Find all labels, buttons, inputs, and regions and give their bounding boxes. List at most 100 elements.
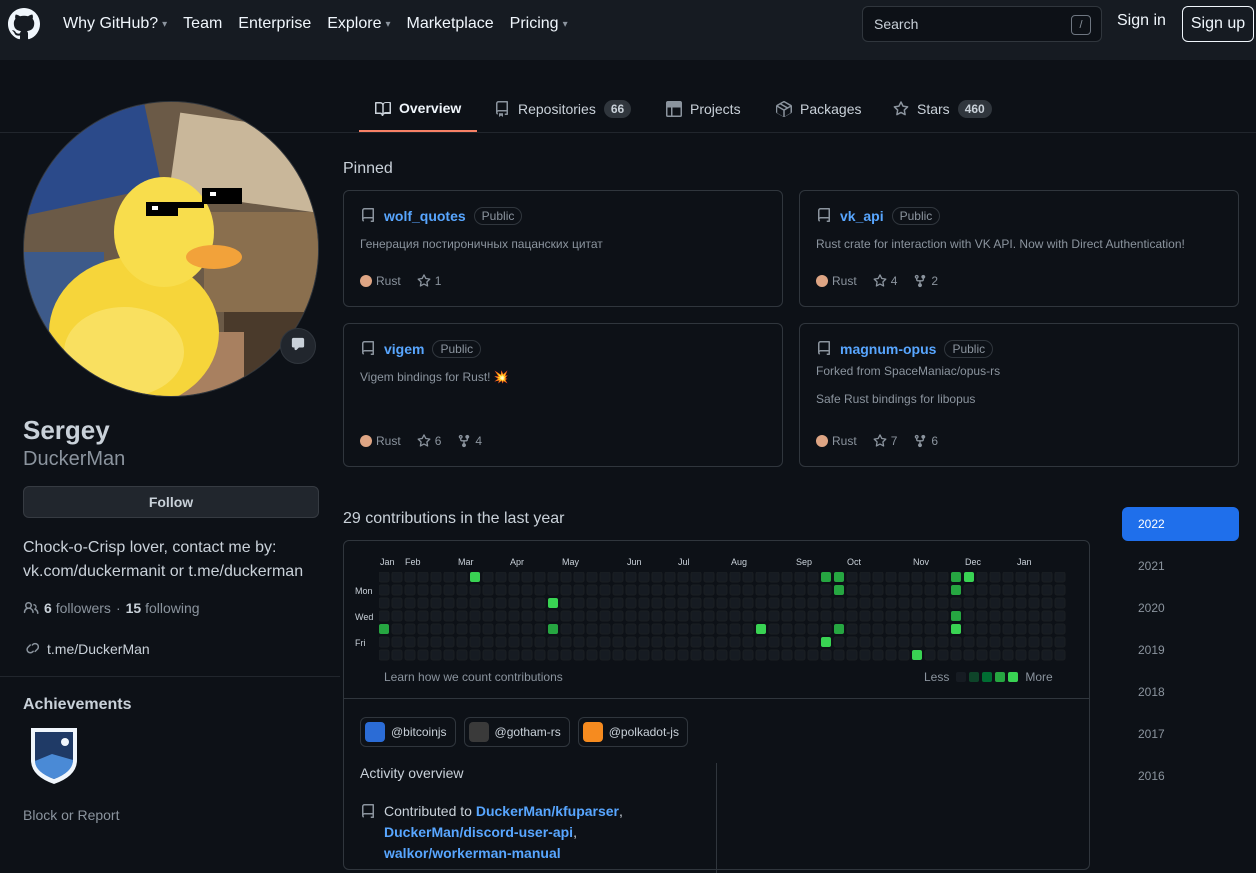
contribution-day-cell[interactable]	[482, 636, 494, 648]
repo-name-link[interactable]: wolf_quotes	[384, 208, 466, 224]
contribution-day-cell[interactable]	[821, 637, 831, 647]
contribution-day-cell[interactable]	[443, 597, 455, 609]
contribution-day-cell[interactable]	[430, 649, 442, 661]
contribution-day-cell[interactable]	[729, 610, 741, 622]
contribution-day-cell[interactable]	[521, 636, 533, 648]
contribution-day-cell[interactable]	[859, 636, 871, 648]
contribution-day-cell[interactable]	[469, 636, 481, 648]
nav-item-marketplace[interactable]: Marketplace	[407, 15, 494, 33]
contribution-day-cell[interactable]	[456, 623, 468, 635]
contribution-day-cell[interactable]	[912, 650, 922, 660]
contribution-day-cell[interactable]	[1002, 597, 1014, 609]
contribution-day-cell[interactable]	[586, 649, 598, 661]
tab-repositories[interactable]: Repositories 66	[478, 86, 647, 132]
contribution-day-cell[interactable]	[677, 623, 689, 635]
contribution-day-cell[interactable]	[430, 572, 442, 583]
contribution-day-cell[interactable]	[781, 649, 793, 661]
contribution-day-cell[interactable]	[664, 610, 676, 622]
contribution-day-cell[interactable]	[495, 623, 507, 635]
contribution-day-cell[interactable]	[963, 623, 975, 635]
nav-item-explore[interactable]: Explore ▾	[327, 15, 390, 33]
contribution-day-cell[interactable]	[742, 610, 754, 622]
contribution-day-cell[interactable]	[859, 649, 871, 661]
contribution-day-cell[interactable]	[417, 572, 429, 583]
contribution-day-cell[interactable]	[755, 649, 767, 661]
contribution-day-cell[interactable]	[820, 610, 832, 622]
contribution-day-cell[interactable]	[560, 610, 572, 622]
activity-repo-link[interactable]: DuckerMan/discord-user-api	[384, 824, 573, 840]
contribution-day-cell[interactable]	[781, 610, 793, 622]
contribution-day-cell[interactable]	[937, 623, 949, 635]
contribution-day-cell[interactable]	[768, 623, 780, 635]
contribution-day-cell[interactable]	[573, 610, 585, 622]
contribution-day-cell[interactable]	[716, 572, 728, 583]
contribution-day-cell[interactable]	[651, 623, 663, 635]
contribution-day-cell[interactable]	[807, 636, 819, 648]
contribution-day-cell[interactable]	[625, 572, 637, 583]
contribution-day-cell[interactable]	[937, 572, 949, 583]
contribution-day-cell[interactable]	[443, 649, 455, 661]
contribution-day-cell[interactable]	[573, 636, 585, 648]
repo-name-link[interactable]: vk_api	[840, 208, 884, 224]
contribution-day-cell[interactable]	[690, 623, 702, 635]
contribution-day-cell[interactable]	[469, 597, 481, 609]
contribution-day-cell[interactable]	[755, 597, 767, 609]
follow-button[interactable]: Follow	[23, 486, 319, 518]
contribution-day-cell[interactable]	[508, 623, 520, 635]
contribution-day-cell[interactable]	[703, 597, 715, 609]
activity-repo-link[interactable]: DuckerMan/kfuparser	[476, 803, 619, 819]
contribution-day-cell[interactable]	[1041, 584, 1053, 596]
contribution-day-cell[interactable]	[404, 597, 416, 609]
year-2019[interactable]: 2019	[1122, 633, 1239, 667]
contribution-day-cell[interactable]	[391, 597, 403, 609]
contribution-day-cell[interactable]	[404, 636, 416, 648]
search-input[interactable]: Search /	[862, 6, 1102, 42]
contribution-day-cell[interactable]	[612, 610, 624, 622]
contribution-day-cell[interactable]	[1054, 597, 1066, 609]
contribution-day-cell[interactable]	[443, 636, 455, 648]
contribution-day-cell[interactable]	[742, 636, 754, 648]
contribution-day-cell[interactable]	[768, 649, 780, 661]
contribution-day-cell[interactable]	[1054, 649, 1066, 661]
contribution-day-cell[interactable]	[560, 572, 572, 583]
contribution-day-cell[interactable]	[885, 610, 897, 622]
contribution-day-cell[interactable]	[599, 649, 611, 661]
contribution-day-cell[interactable]	[821, 572, 831, 582]
contribution-day-cell[interactable]	[898, 572, 910, 583]
contribution-day-cell[interactable]	[781, 584, 793, 596]
contribution-day-cell[interactable]	[833, 636, 845, 648]
contribution-day-cell[interactable]	[989, 649, 1001, 661]
contribution-day-cell[interactable]	[989, 623, 1001, 635]
contribution-day-cell[interactable]	[742, 584, 754, 596]
contribution-day-cell[interactable]	[963, 610, 975, 622]
contribution-day-cell[interactable]	[379, 649, 390, 661]
contribution-day-cell[interactable]	[690, 610, 702, 622]
repo-stars[interactable]: 6	[417, 434, 441, 448]
contribution-day-cell[interactable]	[781, 623, 793, 635]
repo-forks[interactable]: 4	[457, 434, 482, 448]
set-status-button[interactable]	[280, 328, 316, 364]
contribution-day-cell[interactable]	[586, 636, 598, 648]
contribution-day-cell[interactable]	[690, 572, 702, 583]
contribution-day-cell[interactable]	[950, 649, 962, 661]
contribution-day-cell[interactable]	[547, 636, 559, 648]
org-filter-button[interactable]: @polkadot-js	[577, 717, 688, 747]
contribution-day-cell[interactable]	[755, 610, 767, 622]
contribution-day-cell[interactable]	[443, 584, 455, 596]
contribution-day-cell[interactable]	[1054, 623, 1066, 635]
sign-up-button[interactable]: Sign up	[1182, 6, 1254, 42]
contribution-day-cell[interactable]	[807, 597, 819, 609]
contribution-day-cell[interactable]	[924, 572, 936, 583]
contribution-day-cell[interactable]	[885, 623, 897, 635]
contribution-day-cell[interactable]	[872, 584, 884, 596]
contribution-day-cell[interactable]	[1002, 636, 1014, 648]
contribution-day-cell[interactable]	[834, 585, 844, 595]
contribution-day-cell[interactable]	[379, 624, 389, 634]
contribution-day-cell[interactable]	[469, 649, 481, 661]
contribution-day-cell[interactable]	[885, 597, 897, 609]
contribution-day-cell[interactable]	[625, 610, 637, 622]
contribution-day-cell[interactable]	[534, 623, 546, 635]
contribution-day-cell[interactable]	[677, 636, 689, 648]
contribution-day-cell[interactable]	[404, 610, 416, 622]
contribution-day-cell[interactable]	[833, 649, 845, 661]
